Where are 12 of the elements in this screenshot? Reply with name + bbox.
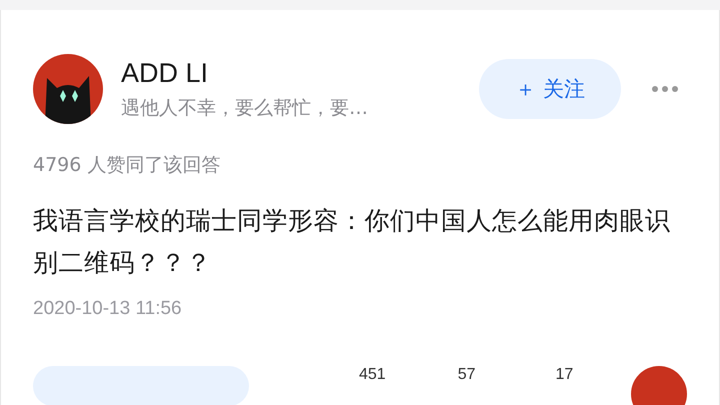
answer-text: 我语言学校的瑞士同学形容：你们中国人怎么能用肉眼识别二维码？？？ bbox=[33, 205, 672, 279]
answer-date: 2020-10-13 11:56 bbox=[33, 298, 183, 320]
follow-button[interactable]: ＋ 关注 bbox=[479, 59, 621, 119]
action-count: 17 bbox=[556, 366, 574, 384]
upvote-count-text: 4796 人赞同了该回答 bbox=[33, 153, 222, 178]
more-options-icon[interactable] bbox=[651, 85, 679, 93]
author-bio: 遇他人不幸，要么帮忙，要… bbox=[121, 96, 369, 120]
avatar-drawing[interactable] bbox=[33, 54, 103, 124]
action-count: 57 bbox=[458, 366, 476, 384]
avatar-icon[interactable] bbox=[631, 366, 688, 405]
action-count: 451 bbox=[359, 366, 386, 384]
author-name[interactable]: ADD LI bbox=[121, 58, 479, 88]
